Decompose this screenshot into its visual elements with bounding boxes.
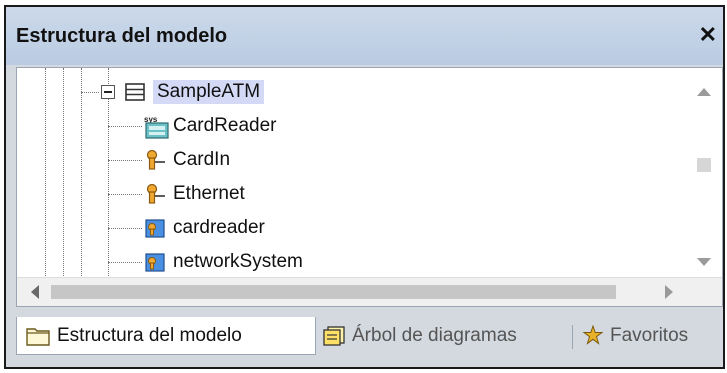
vertical-scroll-thumb[interactable] [697, 158, 711, 172]
tree-item-cardreader-block[interactable]: sys CardReader [143, 111, 277, 141]
tree-connector [108, 160, 142, 161]
tab-favorites[interactable]: Favoritos [582, 317, 688, 355]
collapse-toggle-icon[interactable] [101, 85, 115, 99]
tab-label: Favoritos [610, 325, 689, 346]
tree-item-label: networkSystem [173, 251, 303, 272]
tree-item-cardin[interactable]: CardIn [143, 145, 230, 175]
tree-item-ethernet[interactable]: Ethernet [143, 179, 245, 209]
scroll-up-icon[interactable] [697, 88, 711, 96]
sysml-block-icon: sys [143, 114, 169, 139]
close-icon[interactable]: ✕ [699, 22, 717, 48]
property-icon [143, 216, 167, 240]
tab-label: Estructura del modelo [57, 324, 242, 346]
port-icon [143, 148, 167, 172]
tree-item-sampleatm[interactable]: SampleATM [123, 77, 265, 107]
tree-item-label: Ethernet [173, 183, 245, 204]
panel-tab-strip: Estructura del modelo Árbol de diagramas… [16, 307, 723, 367]
tree-item-label: SampleATM [153, 80, 265, 104]
tree-connector [108, 126, 142, 127]
horizontal-scroll-thumb[interactable] [51, 285, 616, 299]
tree-connector [81, 92, 99, 93]
tree-item-networksystem[interactable]: networkSystem [143, 247, 303, 277]
panel-title: Estructura del modelo [16, 25, 228, 47]
tree-item-label: cardreader [173, 217, 265, 238]
tree-connector [108, 194, 142, 195]
tab-diagram-tree[interactable]: Árbol de diagramas [322, 317, 517, 355]
star-icon [582, 324, 604, 347]
vertical-scrollbar[interactable] [686, 68, 722, 278]
model-tree: SampleATM sys CardReader CardIn Ethernet… [16, 67, 723, 307]
panel-title-bar: Estructura del modelo ✕ [6, 7, 723, 65]
diagram-tree-icon [322, 325, 346, 347]
scroll-left-icon[interactable] [31, 285, 39, 299]
property-icon [143, 250, 167, 274]
port-icon [143, 182, 167, 206]
folder-icon [25, 325, 51, 347]
tab-model-structure[interactable]: Estructura del modelo [16, 317, 316, 355]
horizontal-scrollbar[interactable] [17, 277, 722, 306]
tree-connector [108, 228, 142, 229]
scroll-right-icon[interactable] [665, 285, 673, 299]
tree-item-label: CardReader [173, 115, 277, 136]
package-icon [123, 80, 147, 104]
tab-label: Árbol de diagramas [352, 325, 517, 346]
tree-item-cardreader-property[interactable]: cardreader [143, 213, 265, 243]
model-structure-panel: Estructura del modelo ✕ SampleATM sys Ca… [4, 5, 725, 369]
tree-guide-lines [17, 68, 117, 278]
tab-separator [572, 325, 573, 349]
tree-connector [108, 262, 142, 263]
scroll-down-icon[interactable] [697, 258, 711, 266]
tree-item-label: CardIn [173, 149, 231, 170]
